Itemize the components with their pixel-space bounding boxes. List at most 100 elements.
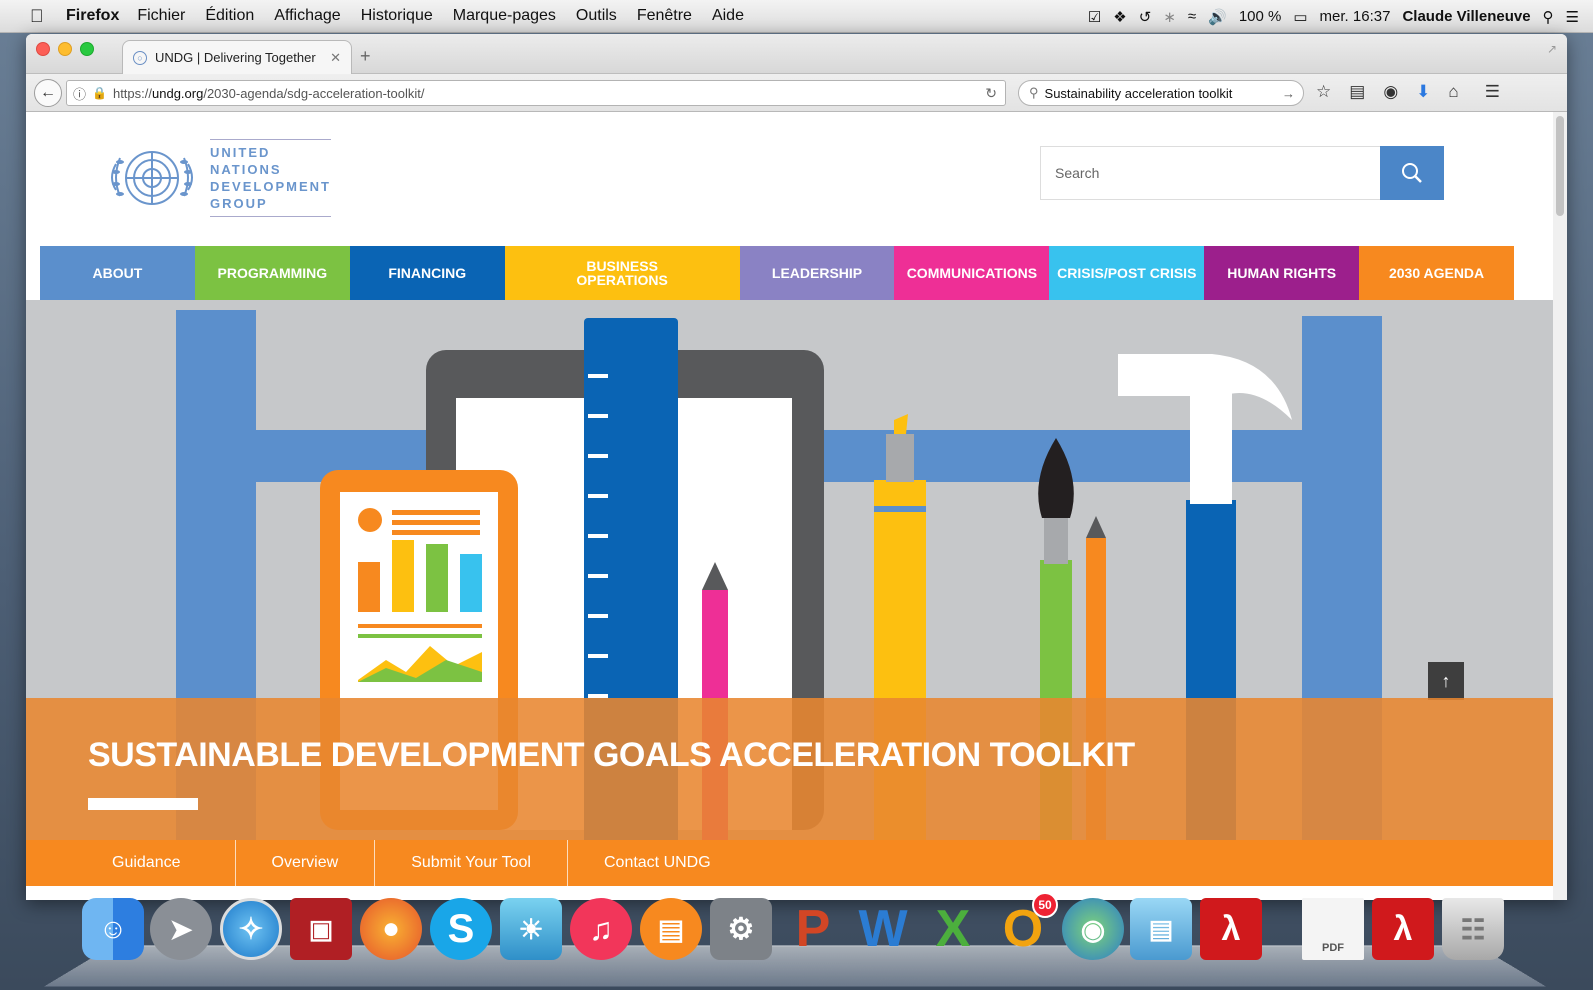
un-emblem-icon [111,151,193,205]
bluetooth-icon[interactable]: ∗ [1163,8,1176,26]
photo-booth-icon[interactable]: ▣ [290,898,352,960]
nav-2030-agenda[interactable]: 2030 AGENDA [1359,246,1515,300]
subnav-overview[interactable]: Overview [236,840,376,886]
browser-window: ○ UNDG | Delivering Together ✕ + ↗ ← ⓘ 🔒… [26,34,1567,900]
iphoto-icon[interactable]: ☀ [500,898,562,960]
system-preferences-icon[interactable]: ⚙ [710,898,772,960]
close-tab-icon[interactable]: ✕ [330,50,341,66]
menu-outils[interactable]: Outils [576,7,617,25]
url-text: https://undg.org/2030-agenda/sdg-acceler… [113,86,425,101]
menu-fenetre[interactable]: Fenêtre [637,7,692,25]
ibooks-icon[interactable]: ▤ [640,898,702,960]
zoom-window-button[interactable] [80,42,94,56]
search-icon: ⚲ [1029,85,1039,100]
logo-line: NATIONS [210,162,282,177]
subnav-guidance[interactable]: Guidance [26,840,236,886]
url-prefix: https:// [112,85,152,101]
menu-app-name[interactable]: Firefox [66,7,119,25]
firefox-icon[interactable]: ● [360,898,422,960]
bookmark-star-icon[interactable]: ☆ [1316,82,1331,102]
hero-title-banner: SUSTAINABLE DEVELOPMENT GOALS ACCELERATI… [26,698,1553,840]
hero-title: SUSTAINABLE DEVELOPMENT GOALS ACCELERATI… [88,736,1135,774]
hamburger-menu-icon[interactable]: ☰ [1485,82,1500,102]
site-search-input[interactable] [1040,146,1380,200]
safari-icon[interactable]: ✧ [220,898,282,960]
trash-icon[interactable]: ☷ [1442,898,1504,960]
launchpad-icon[interactable]: ➤ [150,898,212,960]
url-domain: undg.org [152,85,204,101]
menu-aide[interactable]: Aide [712,7,744,25]
browser-search-field[interactable]: ⚲ Sustainability acceleration toolkit → [1018,80,1304,106]
word-icon[interactable]: W [852,898,914,960]
browser-titlebar: ○ UNDG | Delivering Together ✕ + ↗ [26,34,1567,74]
pocket-icon[interactable]: ◉ [1383,82,1398,102]
apple-menu-icon[interactable]:  [30,6,52,27]
outlook-icon[interactable]: O 50 [992,892,1058,960]
logo-text: UNITED NATIONS DEVELOPMENT GROUP [210,139,331,217]
nav-crisis-post-crisis[interactable]: CRISIS/POST CRISIS [1049,246,1205,300]
notification-center-icon[interactable]: ☰ [1566,8,1579,26]
window-controls [36,42,94,56]
download-arrow-icon[interactable]: ⬇ [1416,82,1430,102]
skype-icon[interactable]: S [430,898,492,960]
battery-percent[interactable]: 100 % [1239,8,1282,25]
remote-desktop-icon[interactable]: ▤ [1130,898,1192,960]
battery-icon[interactable]: ▭ [1293,8,1307,26]
nav-about[interactable]: ABOUT [40,246,195,300]
spotlight-search-icon[interactable]: ⚲ [1543,8,1554,26]
volume-icon[interactable]: 🔊 [1208,8,1227,26]
dropbox-icon[interactable]: ❖ [1113,8,1126,26]
url-path: /2030-agenda/sdg-acceleration-toolkit/ [203,85,425,101]
page-scrollbar[interactable] [1553,112,1567,900]
back-to-top-button[interactable]: ↑ [1428,662,1464,700]
menu-clock[interactable]: mer. 16:37 [1320,8,1391,25]
hero-underline [88,798,198,810]
finder-icon[interactable]: ☺ [82,898,144,960]
nav-human-rights[interactable]: HUMAN RIGHTS [1204,246,1360,300]
wifi-icon[interactable]: ≈ [1188,8,1196,25]
search-go-arrow-icon[interactable]: → [1282,86,1295,101]
itunes-icon[interactable]: ♫ [570,898,632,960]
toolkit-subnav: Guidance Overview Submit Your Tool Conta… [26,840,1553,886]
menu-affichage[interactable]: Affichage [274,7,340,25]
reading-list-icon[interactable]: ▤ [1349,82,1365,102]
menu-marque-pages[interactable]: Marque-pages [453,7,556,25]
excel-icon[interactable]: X [922,898,984,960]
browser-navbar: ← ⓘ 🔒 https://undg.org/2030-agenda/sdg-a… [26,74,1567,112]
subnav-submit-your-tool[interactable]: Submit Your Tool [375,840,568,886]
new-tab-button[interactable]: + [360,46,371,67]
undg-logo[interactable]: UNITED NATIONS DEVELOPMENT GROUP [104,138,331,218]
site-search-button[interactable] [1380,146,1444,200]
nav-financing[interactable]: FINANCING [349,246,505,300]
nav-leadership[interactable]: LEADERSHIP [739,246,895,300]
close-window-button[interactable] [36,42,50,56]
pdf-document-icon[interactable]: PDF [1302,898,1364,960]
toolbar-icons: ☆ ▤ ◉ ⬇ ⌂ ☰ [1316,82,1500,102]
menu-historique[interactable]: Historique [361,7,433,25]
browser-tab[interactable]: ○ UNDG | Delivering Together ✕ [122,40,352,74]
nav-business-operations[interactable]: BUSINESS OPERATIONS [504,246,740,300]
minimize-window-button[interactable] [58,42,72,56]
powerpoint-icon[interactable]: P [782,898,844,960]
info-icon[interactable]: ⓘ [73,84,86,103]
scrollbar-thumb[interactable] [1556,116,1564,216]
adobe-reader-icon[interactable]: λ [1200,898,1262,960]
nav-communications[interactable]: COMMUNICATIONS [894,246,1050,300]
menu-fichier[interactable]: Fichier [137,7,185,25]
time-machine-icon[interactable]: ↺ [1139,8,1152,26]
nav-programming[interactable]: PROGRAMMING [194,246,350,300]
menu-user[interactable]: Claude Villeneuve [1402,8,1530,25]
web-page: UNITED NATIONS DEVELOPMENT GROUP ABOUT P… [26,112,1567,900]
address-bar[interactable]: ⓘ 🔒 https://undg.org/2030-agenda/sdg-acc… [66,80,1006,106]
reload-icon[interactable]: ↻ [985,85,997,102]
lock-icon[interactable]: 🔒 [92,86,107,100]
subnav-contact-undg[interactable]: Contact UNDG [568,840,747,886]
home-icon[interactable]: ⌂ [1448,82,1458,102]
back-button[interactable]: ← [34,79,62,107]
menu-edition[interactable]: Édition [205,7,254,25]
adobe-pdf-icon[interactable]: λ [1372,898,1434,960]
hero-banner: ↑ SUSTAINABLE DEVELOPMENT GOALS ACCELERA… [26,300,1553,886]
network-globe-icon[interactable]: ◉ [1062,898,1124,960]
fullscreen-icon[interactable]: ↗ [1547,42,1557,56]
check-circle-icon[interactable]: ☑ [1088,8,1101,26]
